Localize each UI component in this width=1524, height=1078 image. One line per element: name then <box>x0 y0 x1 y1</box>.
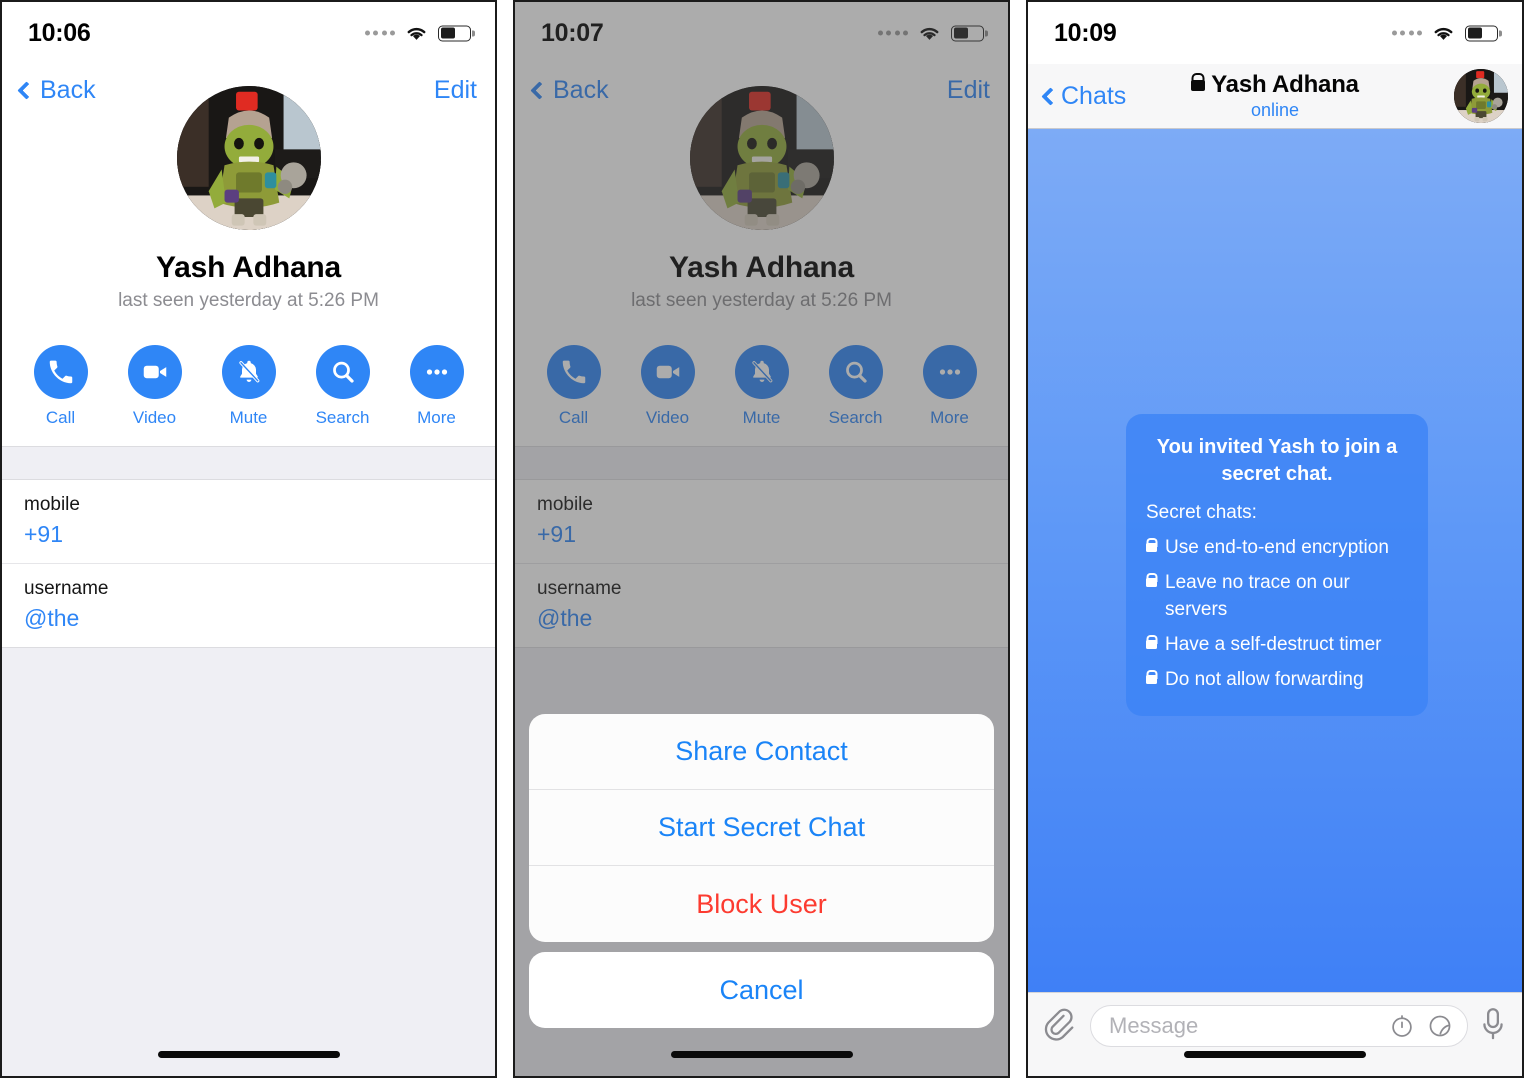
bubble-bullet: Use end-to-end encryption <box>1146 535 1408 562</box>
profile-screen-dimmed: 10:07 Back Edit Yash Adhana last seen ye… <box>515 2 1008 1076</box>
info-label: username <box>24 578 109 599</box>
self-destruct-timer-icon <box>1392 1015 1412 1037</box>
message-composer: Message <box>1028 992 1522 1076</box>
cancel-button[interactable]: Cancel <box>529 952 994 1028</box>
bubble-bullet: Leave no trace on our servers <box>1146 570 1408 624</box>
panel-gap <box>1010 0 1026 1078</box>
profile-name: Yash Adhana <box>155 251 342 284</box>
status-bar: 10:09 <box>1028 2 1522 64</box>
video-camera-icon <box>127 345 182 399</box>
bubble-subtitle: Secret chats: <box>1146 502 1257 524</box>
chevron-left-icon <box>1041 86 1060 106</box>
bubble-title: You invited Yash to join a secret chat. <box>1156 436 1398 486</box>
panel-secret-chat: 10:09 Chats Yash Adhana online You invit… <box>1026 0 1524 1078</box>
bubble-bullet: Have a self-destruct timer <box>1146 632 1408 659</box>
chats-back-button[interactable]: Chats <box>1041 81 1127 111</box>
bubble-bullet: Do not allow forwarding <box>1146 667 1408 694</box>
self-destruct-timer-button[interactable] <box>1389 1013 1415 1039</box>
action-video-label: Video <box>132 408 177 427</box>
sticker-button[interactable] <box>1427 1013 1453 1039</box>
back-label: Back <box>40 75 96 104</box>
profile-action-buttons: Call Video Mute Search More <box>2 345 495 446</box>
profile-screen: 10:06 Back Edit Yash Adhana last seen ye… <box>2 2 495 1076</box>
action-search-label: Search <box>315 408 370 427</box>
lock-icon <box>1146 675 1157 685</box>
action-call[interactable]: Call <box>32 345 90 428</box>
status-time: 10:09 <box>1054 18 1117 47</box>
chats-back-label: Chats <box>1061 81 1127 110</box>
start-secret-chat-button[interactable]: Start Secret Chat <box>529 790 994 866</box>
edit-button[interactable]: Edit <box>434 76 477 105</box>
profile-nav-bar: Back Edit <box>2 64 495 116</box>
block-user-button[interactable]: Block User <box>529 866 994 942</box>
phone-icon <box>33 345 88 399</box>
status-bar: 10:06 <box>2 2 495 64</box>
bullet-text: Have a self-destruct timer <box>1165 634 1382 656</box>
action-video[interactable]: Video <box>126 345 184 428</box>
action-call-label: Call <box>45 408 76 427</box>
voice-record-button[interactable] <box>1480 1005 1506 1045</box>
bell-slash-icon <box>221 345 276 399</box>
chat-title-row: Yash Adhana <box>1191 71 1359 99</box>
share-contact-button[interactable]: Share Contact <box>529 714 994 790</box>
action-more-label: More <box>417 408 456 427</box>
bullet-text: Leave no trace on our servers <box>1165 572 1350 621</box>
panel-profile: 10:06 Back Edit Yash Adhana last seen ye… <box>0 0 497 1078</box>
home-indicator[interactable] <box>670 1051 853 1058</box>
chat-message-area: You invited Yash to join a secret chat. … <box>1028 129 1522 992</box>
action-sheet: Share Contact Start Secret Chat Block Us… <box>529 714 994 1028</box>
action-mute[interactable]: Mute <box>220 345 278 428</box>
secret-chat-screen: 10:09 Chats Yash Adhana online You invit… <box>1028 2 1522 1076</box>
paperclip-icon <box>1044 1008 1074 1041</box>
info-value: @the <box>24 605 80 631</box>
info-row-mobile[interactable]: mobile +91 <box>2 480 495 564</box>
home-indicator[interactable] <box>157 1051 340 1058</box>
info-row-username[interactable]: username @the <box>2 564 495 648</box>
status-time: 10:06 <box>28 18 91 47</box>
search-icon <box>315 345 370 399</box>
chat-avatar-button[interactable] <box>1454 69 1508 123</box>
action-mute-label: Mute <box>229 408 268 427</box>
lock-icon <box>1146 640 1157 650</box>
status-indicators <box>1391 24 1498 43</box>
bullet-text: Do not allow forwarding <box>1165 669 1364 691</box>
info-label: mobile <box>24 494 80 515</box>
microphone-icon <box>1483 1008 1503 1040</box>
list-background <box>2 648 495 1076</box>
profile-last-seen: last seen yesterday at 5:26 PM <box>118 290 379 311</box>
lock-icon <box>1146 543 1157 553</box>
back-button[interactable]: Back <box>17 75 96 105</box>
chat-nav-bar: Chats Yash Adhana online <box>1028 64 1522 129</box>
wifi-icon <box>1434 27 1453 40</box>
lock-icon <box>1191 80 1206 91</box>
battery-icon <box>438 25 471 41</box>
signal-dots-icon <box>1391 30 1422 36</box>
panel-action-sheet: 10:07 Back Edit Yash Adhana last seen ye… <box>513 0 1010 1078</box>
chevron-left-icon <box>17 80 36 100</box>
secret-chat-info-bubble: You invited Yash to join a secret chat. … <box>1126 414 1428 717</box>
action-search[interactable]: Search <box>314 345 372 428</box>
wifi-icon <box>407 27 426 40</box>
lock-icon <box>1146 578 1157 588</box>
info-value: +91 <box>24 521 64 547</box>
message-input[interactable]: Message <box>1090 1005 1468 1047</box>
status-indicators <box>364 24 471 43</box>
contact-info-list: mobile +91 username @the <box>2 480 495 648</box>
battery-icon <box>1465 25 1498 41</box>
action-sheet-group: Share Contact Start Secret Chat Block Us… <box>529 714 994 942</box>
ellipsis-icon <box>409 345 464 399</box>
sticker-icon <box>1429 1015 1451 1037</box>
message-placeholder: Message <box>1109 1013 1199 1038</box>
panel-gap <box>497 0 513 1078</box>
action-more[interactable]: More <box>408 345 466 428</box>
three-panel-screenshot: 10:06 Back Edit Yash Adhana last seen ye… <box>0 0 1524 1078</box>
contact-avatar <box>1454 69 1508 123</box>
chat-title-text: Yash Adhana <box>1211 71 1359 98</box>
section-separator <box>2 446 495 480</box>
bullet-text: Use end-to-end encryption <box>1165 537 1389 559</box>
attach-button[interactable] <box>1044 1005 1078 1047</box>
home-indicator[interactable] <box>1184 1051 1366 1058</box>
signal-dots-icon <box>364 30 395 36</box>
